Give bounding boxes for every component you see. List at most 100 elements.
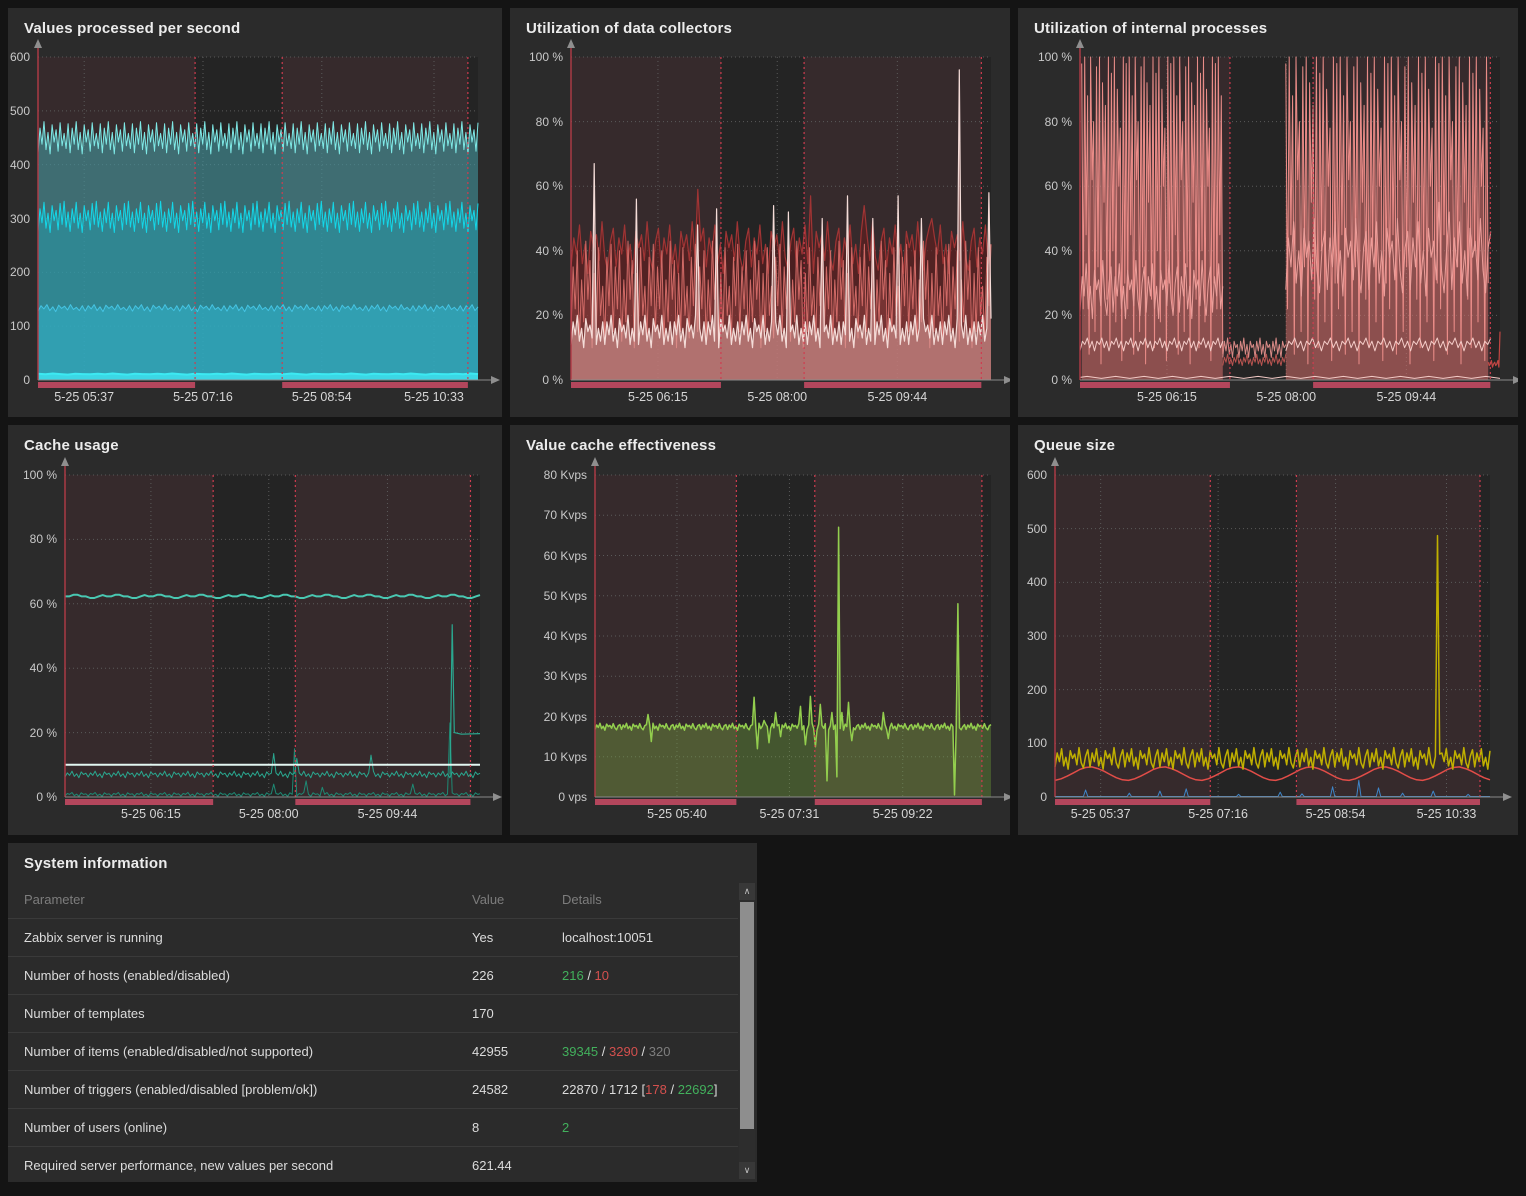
detail-segment: ] [714, 1082, 718, 1097]
header-value: Value [456, 883, 546, 919]
table-row: Number of hosts (enabled/disabled)226216… [8, 957, 738, 995]
y-axis-tick: 400 [1018, 575, 1047, 589]
y-axis-tick: 20 % [1018, 308, 1072, 322]
scrollbar-down-button chevron-down-icon[interactable]: ∨ [739, 1162, 755, 1179]
y-axis-tick: 500 [8, 104, 30, 118]
y-axis-tick: 30 Kvps [510, 669, 587, 683]
detail-segment: 2 [562, 1120, 569, 1135]
detail-segment: localhost:10051 [562, 930, 653, 945]
detail-segment: / [584, 968, 595, 983]
y-axis-tick: 80 % [510, 115, 563, 129]
scrollbar-thumb[interactable] [740, 902, 754, 1129]
x-axis-tick: 5-25 10:33 [374, 390, 494, 405]
chart-canvas [510, 8, 1010, 417]
y-axis-tick: 600 [8, 50, 30, 64]
chart-canvas [1018, 8, 1518, 417]
y-axis-tick: 20 Kvps [510, 710, 587, 724]
chart-canvas [8, 8, 502, 417]
parameter-cell: Number of users (online) [8, 1109, 456, 1147]
y-axis-tick: 600 [1018, 468, 1047, 482]
y-axis-tick: 400 [8, 158, 30, 172]
detail-segment: 178 [645, 1082, 667, 1097]
y-axis-tick: 200 [1018, 683, 1047, 697]
detail-segment: 22692 [678, 1082, 714, 1097]
chart-plot-queue-size: 60050040030020010005-25 05:375-25 07:165… [1018, 425, 1518, 835]
details-cell [546, 995, 738, 1033]
y-axis-tick: 50 Kvps [510, 589, 587, 603]
table-scrollbar[interactable]: ∧ ∨ [739, 883, 755, 1179]
parameter-cell: Number of items (enabled/disabled/not su… [8, 1033, 456, 1071]
y-axis-tick: 100 [8, 319, 30, 333]
chart-canvas [1018, 425, 1518, 835]
x-axis-tick: 5-25 06:15 [598, 390, 718, 405]
panel-title: Value cache effectiveness [526, 437, 716, 454]
x-axis-tick: 5-25 08:00 [209, 807, 329, 822]
scrollbar-up-button chevron-up-icon[interactable]: ∧ [739, 883, 755, 900]
y-axis-tick: 60 Kvps [510, 549, 587, 563]
table-row: Number of templates170 [8, 995, 738, 1033]
y-axis-tick: 40 Kvps [510, 629, 587, 643]
x-axis-tick: 5-25 09:22 [843, 807, 963, 822]
detail-segment: 10 [595, 968, 609, 983]
chart-canvas [8, 425, 502, 835]
zabbix-dashboard: Values processed per second 600 500 400 300… [0, 0, 1526, 1196]
header-details: Details [546, 883, 738, 919]
detail-segment: 216 [562, 968, 584, 983]
y-axis-tick: 40 % [1018, 244, 1072, 258]
y-axis-tick: 0 vps [510, 790, 587, 804]
y-axis-tick: 100 % [510, 50, 563, 64]
table-row: Number of triggers (enabled/disabled [pr… [8, 1071, 738, 1109]
chart-plot-values-processed: 60050040030020010005-25 05:375-25 07:165… [8, 8, 502, 417]
panel-value-cache-effectiveness: Value cache effectiveness 80 Kvps70 Kvps… [510, 425, 1010, 835]
details-cell: 22870 / 1712 [178 / 22692] [546, 1071, 738, 1109]
y-axis-tick: 60 % [8, 597, 57, 611]
y-axis-tick: 100 % [1018, 50, 1072, 64]
table-row: Required server performance, new values … [8, 1147, 738, 1185]
x-axis-tick: 5-25 08:00 [1226, 390, 1346, 405]
x-axis-tick: 5-25 10:33 [1387, 807, 1507, 822]
panel-utilization-internal-processes: Utilization of internal processes 100 %8… [1018, 8, 1518, 417]
detail-segment: 3290 [609, 1044, 638, 1059]
panel-title: Queue size [1034, 437, 1115, 454]
x-axis-tick: 5-25 07:16 [143, 390, 263, 405]
y-axis-tick: 80 % [8, 532, 57, 546]
chart-plot-cache-usage: 100 %80 %60 %40 %20 %0 %5-25 06:155-25 0… [8, 425, 502, 835]
y-axis-tick: 20 % [8, 726, 57, 740]
x-axis-tick: 5-25 08:00 [717, 390, 837, 405]
panel-title: Utilization of data collectors [526, 20, 732, 37]
x-axis-tick: 5-25 06:15 [91, 807, 211, 822]
y-axis-tick: 0 % [8, 790, 57, 804]
y-axis-tick: 60 % [1018, 179, 1072, 193]
details-cell: localhost:10051 [546, 919, 738, 957]
y-axis-tick: 80 Kvps [510, 468, 587, 482]
y-axis-tick: 0 [1018, 790, 1047, 804]
panel-title: Cache usage [24, 437, 119, 454]
parameter-cell: Zabbix server is running [8, 919, 456, 957]
y-axis-tick: 80 % [1018, 115, 1072, 129]
y-axis-tick: 20 % [510, 308, 563, 322]
x-axis-tick: 5-25 07:31 [729, 807, 849, 822]
y-axis-tick: 10 Kvps [510, 750, 587, 764]
x-axis-tick: 5-25 05:37 [1041, 807, 1161, 822]
table-header-row: Parameter Value Details [8, 883, 738, 919]
panel-system-information: System information Parameter Value Detai… [8, 843, 757, 1182]
table-row: Number of items (enabled/disabled/not su… [8, 1033, 738, 1071]
parameter-cell: Required server performance, new values … [8, 1147, 456, 1185]
y-axis-tick: 500 [1018, 522, 1047, 536]
y-axis-tick: 300 [8, 212, 30, 226]
panel-title: Values processed per second [24, 20, 240, 37]
x-axis-tick: 5-25 05:37 [24, 390, 144, 405]
value-cell: 42955 [456, 1033, 546, 1071]
panel-title: System information [24, 855, 168, 872]
parameter-cell: Number of triggers (enabled/disabled [pr… [8, 1071, 456, 1109]
x-axis-tick: 5-25 07:16 [1158, 807, 1278, 822]
detail-segment: / [598, 1044, 609, 1059]
x-axis-tick: 5-25 09:44 [327, 807, 447, 822]
value-cell: 621.44 [456, 1147, 546, 1185]
table-row: Zabbix server is runningYeslocalhost:100… [8, 919, 738, 957]
value-cell: 8 [456, 1109, 546, 1147]
detail-segment: 320 [649, 1044, 671, 1059]
y-axis-tick: 40 % [8, 661, 57, 675]
table-row: Number of users (online)8 2 [8, 1109, 738, 1147]
x-axis-tick: 5-25 06:15 [1107, 390, 1227, 405]
